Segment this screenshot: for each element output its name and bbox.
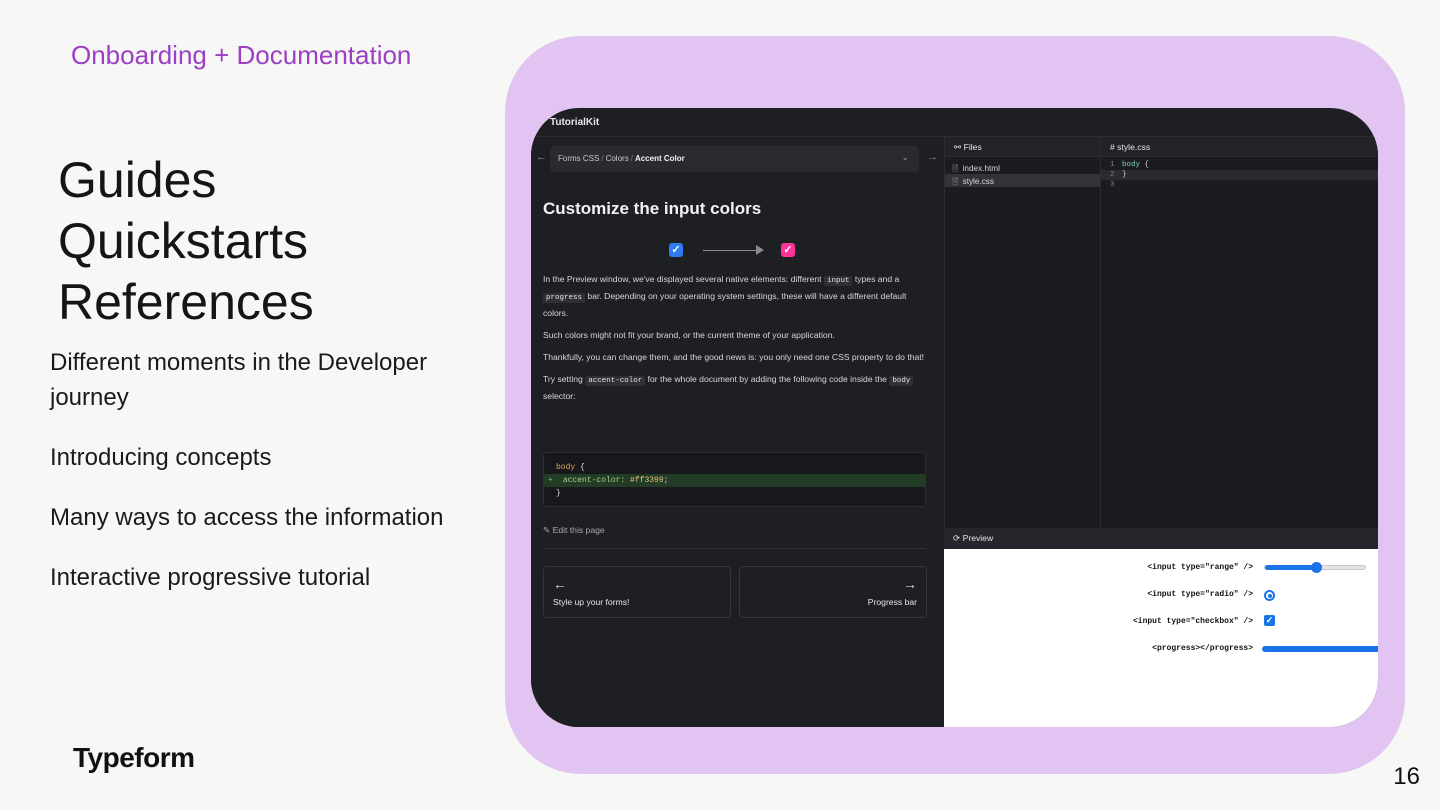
forward-arrow-icon[interactable]: → — [927, 151, 938, 163]
app-topbar: TutorialKit — [531, 108, 1378, 137]
breadcrumb[interactable]: Forms CSS / Colors / Accent Color ⌄ — [550, 146, 919, 172]
lesson-title: Customize the input colors — [543, 199, 762, 218]
files-header: ⚯ Files — [945, 137, 1100, 157]
file-name: style.css — [962, 177, 994, 186]
heading-guides: Guides — [58, 152, 217, 208]
page-number: 16 — [1393, 763, 1420, 790]
checkbox-accent-icon: ✓ — [781, 243, 795, 257]
file-name: index.html — [962, 164, 1000, 173]
prev-lesson-card[interactable]: ← Style up your forms! — [543, 566, 731, 618]
arrow-right-icon: → — [903, 576, 917, 592]
refresh-icon[interactable]: ⟳ — [953, 533, 960, 543]
next-lesson-label: Progress bar — [867, 597, 917, 607]
inline-code: body — [889, 376, 914, 386]
breadcrumb-current: Accent Color — [634, 154, 685, 163]
range-thumb[interactable] — [1310, 562, 1322, 573]
bullet-item: Introducing concepts — [50, 444, 272, 471]
files-panel: ⚯ Files 🗎 index.html 🗎 style.css — [944, 137, 1101, 528]
bullet-item: Interactive progressive tutorial — [50, 564, 371, 591]
preview-label-radio: <input type="radio" /> — [1147, 590, 1253, 599]
progress-bar — [1262, 646, 1378, 652]
arrow-right-icon — [756, 245, 764, 255]
preview-label-checkbox: <input type="checkbox" /> — [1132, 617, 1253, 626]
inline-code: progress — [543, 293, 586, 303]
next-lesson-card[interactable]: → Progress bar — [739, 566, 927, 618]
bullet-item: Many ways to access the information — [50, 504, 444, 531]
preview-body: <input type="range" /> <input type="radi… — [944, 549, 1378, 727]
checkbox-default-icon: ✓ — [669, 243, 683, 257]
prev-lesson-label: Style up your forms! — [553, 597, 630, 607]
lesson-nav: ← Forms CSS / Colors / Accent Color ⌄ → — [531, 146, 944, 172]
code-editor[interactable]: # style.css 1 body { 2} 3 — [1101, 137, 1378, 528]
code-block: body { + accent-color: #ff3399; } — [543, 452, 926, 507]
edit-page-link[interactable]: ✎ Edit this page — [543, 525, 605, 536]
file-item[interactable]: 🗎 index.html — [945, 161, 1100, 174]
slide-kicker: Onboarding + Documentation — [71, 40, 412, 70]
app-logo: TutorialKit — [550, 117, 600, 128]
file-item-active[interactable]: 🗎 style.css — [945, 174, 1100, 187]
lesson-paragraph: Thankfully, you can change them, and the… — [543, 352, 925, 362]
files-title: Files — [963, 142, 982, 152]
lesson-paragraph: In the Preview window, we've displayed s… — [543, 274, 907, 318]
edit-icon: ✎ — [543, 525, 551, 535]
inline-code: accent-color — [585, 376, 646, 386]
arrow-left-icon: ← — [553, 576, 567, 592]
preview-label-progress: <progress></progress> — [1152, 644, 1253, 653]
tutorialkit-screenshot: TutorialKit ← Forms CSS / Colors / Accent Co… — [531, 108, 1378, 727]
editor-line: 1 body { — [1110, 161, 1150, 169]
radio-button[interactable] — [1264, 590, 1275, 601]
heading-quickstarts: Quickstarts — [58, 213, 309, 269]
editor-tab-label: style.css — [1117, 142, 1151, 152]
code-line-added: + accent-color: #ff3399; — [544, 474, 925, 487]
preview-label-range: <input type="range" /> — [1147, 563, 1253, 572]
slide-bullets: Different moments in the Developer journ… — [50, 345, 450, 620]
breadcrumb-item[interactable]: Forms CSS — [558, 154, 599, 163]
lesson-content: In the Preview window, we've displayed s… — [543, 272, 928, 411]
divider — [543, 548, 926, 549]
preview-header: ⟳ Preview — [944, 528, 1378, 549]
demo-arrow-line — [703, 250, 757, 251]
chevron-down-icon[interactable]: ⌄ — [901, 152, 909, 163]
preview-panel: ⟳ Preview <input type="range" /> <input … — [944, 528, 1378, 727]
lesson-paragraph: Such colors might not fit your brand, or… — [543, 330, 835, 340]
editor-line: 3 — [1110, 181, 1115, 189]
hash-icon: # — [1110, 142, 1115, 152]
preview-title: Preview — [962, 533, 994, 543]
code-line: body { — [556, 463, 585, 472]
brand-logo: Typeform — [73, 742, 195, 773]
breadcrumb-item[interactable]: Colors — [606, 154, 629, 163]
editor-tab[interactable]: # style.css — [1101, 137, 1378, 157]
editor-line-current: 2} — [1101, 170, 1378, 180]
files-icon: ⚯ — [954, 142, 962, 152]
bullet-item: Different moments in the Developer journ… — [50, 349, 428, 411]
inline-code: input — [823, 276, 853, 286]
code-line: } — [556, 489, 561, 498]
range-slider[interactable] — [1264, 562, 1366, 573]
range-fill — [1265, 565, 1316, 570]
back-arrow-icon[interactable]: ← — [536, 151, 547, 163]
lesson-paragraph: Try setting accent-color for the whole d… — [543, 372, 928, 404]
slide-headings: Guides Quickstarts References — [58, 150, 314, 333]
edit-page-label: Edit this page — [552, 525, 605, 535]
lesson-pane: ← Forms CSS / Colors / Accent Color ⌄ → Cust… — [531, 137, 944, 727]
heading-references: References — [58, 274, 314, 330]
file-icon: 🗎 — [952, 164, 959, 173]
file-icon: 🗎 — [952, 177, 959, 186]
accent-demo: ✓ ✓ — [669, 241, 799, 259]
checkbox-input[interactable]: ✓ — [1264, 615, 1275, 626]
